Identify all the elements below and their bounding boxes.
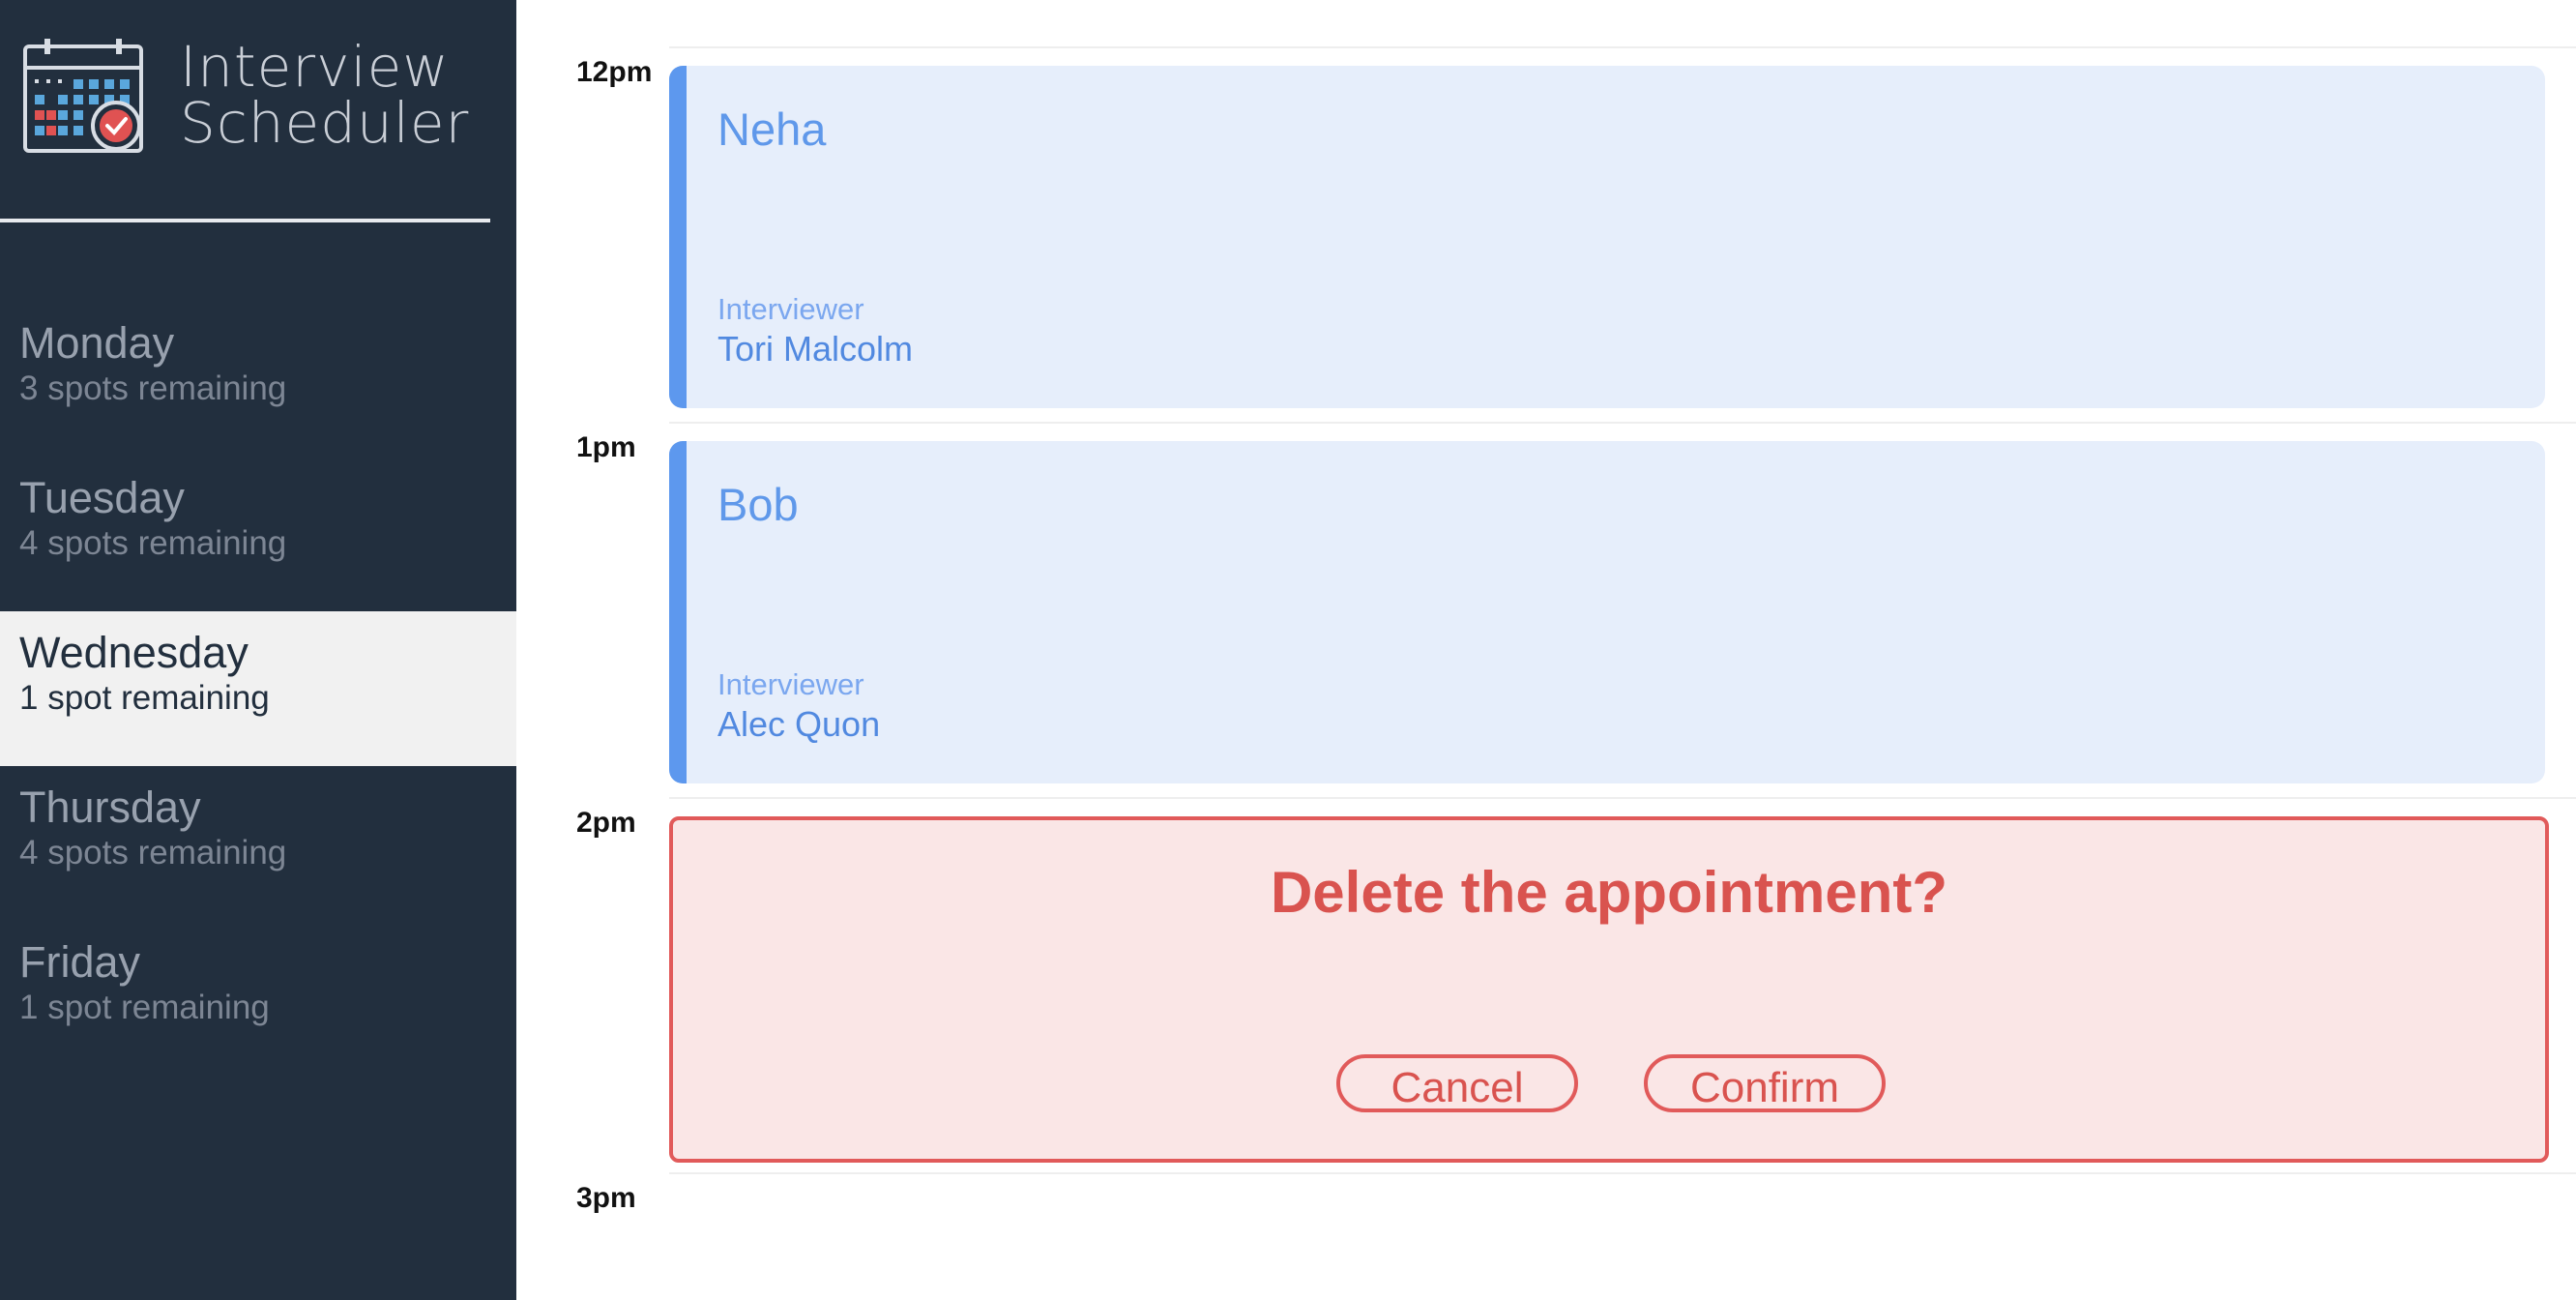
delete-confirm-panel: Delete the appointment? Cancel Confirm (669, 816, 2549, 1163)
time-label: 2pm (576, 807, 636, 839)
day-name: Wednesday (19, 628, 249, 677)
cancel-button[interactable]: Cancel (1336, 1054, 1578, 1112)
day-spots: 1 spot remaining (19, 679, 270, 717)
day-item-tuesday[interactable]: Tuesday 4 spots remaining (0, 457, 516, 611)
confirm-message: Delete the appointment? (1270, 860, 1948, 925)
day-item-friday[interactable]: Friday 1 spot remaining (0, 921, 516, 1076)
app-title-line1: Interview (180, 34, 450, 100)
time-divider (669, 1172, 2576, 1174)
day-spots: 4 spots remaining (19, 834, 287, 872)
time-label: 3pm (576, 1182, 636, 1214)
appointment-card[interactable]: Bob Interviewer Alec Quon (669, 441, 2545, 783)
schedule: 12pm Neha Interviewer Tori Malcolm 1pm B… (516, 0, 2576, 1300)
appointment-card[interactable]: Neha Interviewer Tori Malcolm (669, 66, 2545, 408)
app-title: Interview Scheduler (180, 39, 469, 151)
day-item-thursday[interactable]: Thursday 4 spots remaining (0, 766, 516, 921)
time-divider (669, 422, 2576, 424)
interviewer-name: Tori Malcolm (717, 329, 914, 369)
day-name: Monday (19, 318, 175, 368)
interviewer-label: Interviewer (717, 292, 864, 326)
student-name: Neha (717, 103, 827, 155)
day-name: Thursday (19, 783, 201, 832)
day-name: Friday (19, 937, 141, 987)
day-name: Tuesday (19, 473, 185, 522)
app-title-line2: Scheduler (180, 90, 470, 156)
day-spots: 3 spots remaining (19, 369, 287, 407)
day-item-monday[interactable]: Monday 3 spots remaining (0, 302, 516, 457)
sidebar-separator (0, 219, 490, 222)
time-label: 1pm (576, 431, 636, 463)
confirm-button[interactable]: Confirm (1644, 1054, 1886, 1112)
day-spots: 1 spot remaining (19, 989, 270, 1026)
student-name: Bob (717, 479, 799, 530)
day-spots: 4 spots remaining (19, 524, 287, 562)
day-list: Monday 3 spots remaining Tuesday 4 spots… (0, 302, 516, 1076)
appointment-accent (669, 441, 687, 783)
calendar-check-icon (23, 39, 143, 153)
time-divider (669, 797, 2576, 799)
appointment-accent (669, 66, 687, 408)
sidebar: Interview Scheduler Monday 3 spots remai… (0, 0, 516, 1300)
time-label: 12pm (576, 56, 653, 88)
day-item-wednesday[interactable]: Wednesday 1 spot remaining (0, 611, 516, 766)
interviewer-label: Interviewer (717, 667, 864, 701)
time-divider (669, 46, 2576, 48)
interviewer-name: Alec Quon (717, 704, 881, 744)
